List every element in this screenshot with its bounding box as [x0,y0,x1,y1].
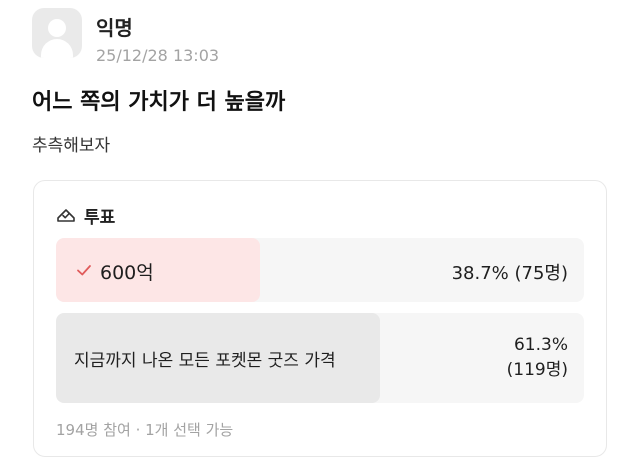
poll-option-result: 38.7% (75명) [451,263,568,284]
post-timestamp: 25/12/28 13:03 [96,46,220,65]
poll-option-percent: 61.3% [513,335,568,355]
poll-participation-info: 194명 참여 · 1개 선택 가능 [56,421,234,439]
avatar-body-shape [41,39,73,58]
poll-label: 투표 [84,207,116,228]
post-title: 어느 쪽의 가치가 더 높을까 [32,90,286,115]
poll-header: 투표 [56,203,116,228]
avatar[interactable] [32,8,82,58]
poll-option-label: 지금까지 나온 모든 포켓몬 굿즈 가격 [74,351,336,371]
poll-card: 투표 600억 38.7% (75명) 지금까지 나온 모든 포켓몬 굿즈 가격… [33,180,607,457]
author-name: 익명 [96,16,133,40]
poll-option-all-pokemon-goods[interactable]: 지금까지 나온 모든 포켓몬 굿즈 가격 61.3% (119명) [56,313,584,403]
avatar-head-shape [48,19,66,37]
poll-option-votes: (119명) [506,360,568,380]
ballot-box-icon [57,209,75,222]
check-icon [77,265,91,276]
poll-option-result: 61.3% (119명) [507,333,568,383]
post: 익명 25/12/28 13:03 어느 쪽의 가치가 더 높을까 추측해보자 … [0,0,640,474]
poll-option-600eok[interactable]: 600억 38.7% (75명) [56,238,584,302]
poll-option-label: 600억 [100,262,154,284]
post-body: 추측해보자 [32,136,111,156]
